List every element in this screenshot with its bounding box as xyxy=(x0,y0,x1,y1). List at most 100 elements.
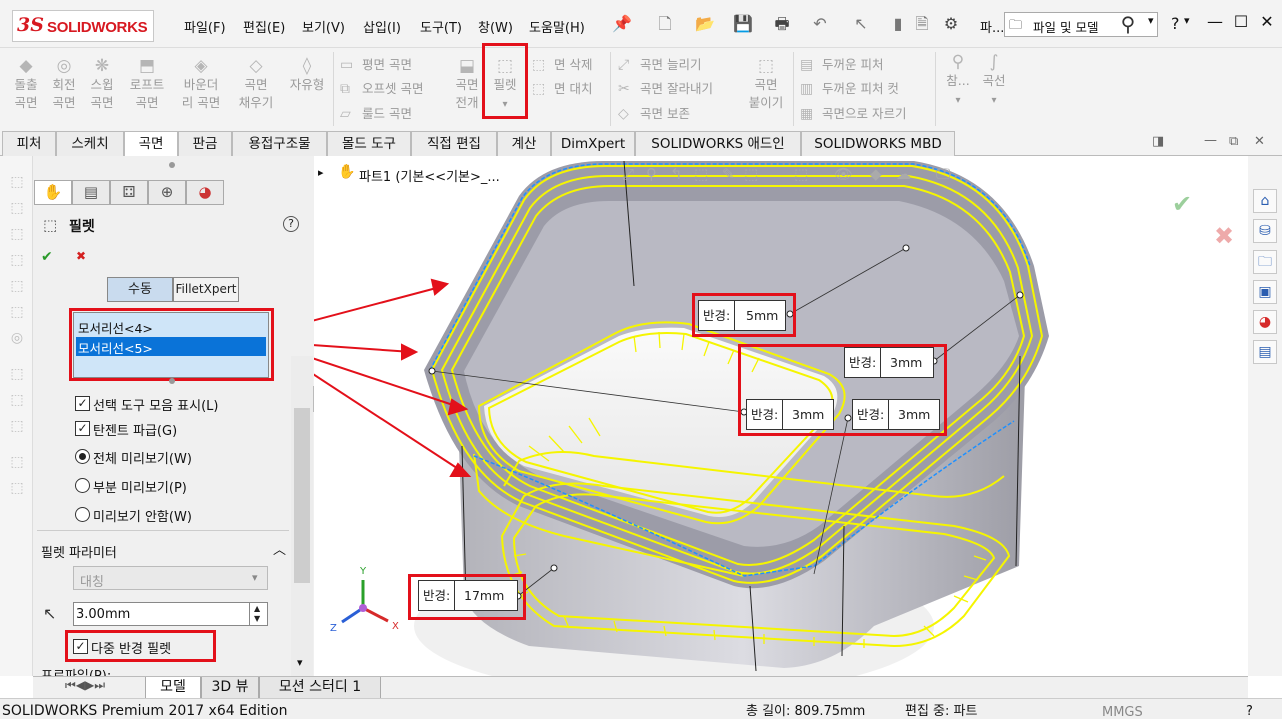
lofted-surface-button[interactable]: ⬒ 로프트 곡면 xyxy=(122,56,172,112)
maximize-icon[interactable]: ☐ xyxy=(1229,12,1253,31)
appearances-icon[interactable]: ◕ xyxy=(1253,310,1277,334)
reference-dropdown-icon[interactable]: ▾ xyxy=(955,95,960,106)
confirm-cancel-icon[interactable]: ✖ xyxy=(1214,222,1234,250)
no-preview-radio[interactable] xyxy=(75,507,90,522)
view-settings-icon[interactable]: 🖵 xyxy=(936,165,950,183)
tab-surfaces[interactable]: 곡면 xyxy=(124,131,178,157)
help-dropdown-icon[interactable]: ▾ xyxy=(1184,14,1190,27)
file-explorer-icon[interactable]: 🗀 xyxy=(1253,250,1277,274)
menu-tools[interactable]: 도구(T) xyxy=(420,17,462,36)
open-folder-icon[interactable]: 📂 xyxy=(695,14,715,34)
menu-file[interactable]: 파일(F) xyxy=(184,17,226,36)
radius-input[interactable]: 3.00mm ▲ ▼ xyxy=(73,602,268,626)
show-toolbar-checkbox[interactable]: ✓ xyxy=(75,396,90,411)
filled-surface-button[interactable]: ◇ 곡면 채우기 xyxy=(230,56,282,112)
strip-tool-icon[interactable]: ⬚ xyxy=(8,366,26,384)
hide-show-icon[interactable]: 👁 xyxy=(834,165,853,183)
partial-preview-radio[interactable] xyxy=(75,478,90,493)
panel-splitter[interactable] xyxy=(169,162,175,168)
scrollbar-thumb[interactable] xyxy=(294,408,310,583)
ruled-surface-button[interactable]: ▱ 룰드 곡면 xyxy=(340,103,412,122)
strip-tool-icon[interactable]: ⬚ xyxy=(8,480,26,498)
ok-check-icon[interactable]: ✔ xyxy=(41,249,53,265)
tab-mold-tools[interactable]: 몰드 도구 xyxy=(327,131,411,156)
thickened-cut-button[interactable]: ▥ 두꺼운 피처 컷 xyxy=(800,78,899,97)
design-library-icon[interactable]: ⛁ xyxy=(1253,219,1277,243)
tab-addins[interactable]: SOLIDWORKS 애드인 xyxy=(635,131,801,156)
extend-surface-button[interactable]: ⤢ 곡면 늘리기 xyxy=(618,54,701,73)
panel-restore-icon[interactable]: ◨ xyxy=(1152,134,1164,149)
reference-geometry-button[interactable]: ⚲ 참... ▾ xyxy=(942,52,974,110)
tab-sketch[interactable]: 스케치 xyxy=(56,131,124,156)
strip-tool-icon[interactable]: ⬚ xyxy=(8,454,26,472)
select-cursor-icon[interactable]: ↖ xyxy=(851,14,871,34)
graphics-viewport[interactable]: ▸ ✋ 파트1 (기본<<기본>_... ⤢ ⚲ ↰ ⬚ ✎ ⬚ ⬚ 👁 ◆ ☁… xyxy=(314,156,1248,676)
zoom-area-icon[interactable]: ⚲ xyxy=(646,165,657,183)
minimize-icon[interactable]: — xyxy=(1203,12,1227,31)
search-icon[interactable]: ⚲ xyxy=(1118,14,1138,34)
offset-surface-button[interactable]: ⧉ 오프셋 곡면 xyxy=(340,78,423,97)
panel-help-icon[interactable]: ? xyxy=(283,216,299,232)
swept-surface-button[interactable]: ❋ 스윕 곡면 xyxy=(84,56,120,112)
strip-tool-icon[interactable]: ⬚ xyxy=(8,392,26,410)
untrim-surface-button[interactable]: ◇ 곡면 보존 xyxy=(618,103,690,122)
new-document-icon[interactable]: 🗋 xyxy=(655,14,675,34)
freeform-button[interactable]: ◊ 자유형 xyxy=(284,56,330,94)
revolved-surface-button[interactable]: ◎ 회전 곡면 xyxy=(46,56,82,112)
rebuild-icon[interactable]: ▮ xyxy=(888,14,908,34)
strip-tool-icon[interactable]: ⬚ xyxy=(8,278,26,296)
delete-face-button[interactable]: ⬚ 면 삭제 xyxy=(532,54,592,73)
tab-sheet-metal[interactable]: 판금 xyxy=(178,131,232,156)
tab-weldments[interactable]: 용접구조물 xyxy=(232,131,327,156)
solidworks-logo[interactable]: 3S SOLIDWORKS xyxy=(12,10,154,42)
print-icon[interactable]: 🖶 xyxy=(772,14,792,34)
menu-view[interactable]: 보기(V) xyxy=(302,17,345,36)
options-gear-icon[interactable]: ⚙ xyxy=(941,14,961,34)
save-icon[interactable]: 💾 xyxy=(733,14,753,34)
strip-tool-icon[interactable]: ⬚ xyxy=(8,252,26,270)
tab-motion-study[interactable]: 모션 스터디 1 xyxy=(259,677,381,699)
view-orientation-icon[interactable]: ⬚ xyxy=(744,165,758,183)
strip-tool-icon[interactable]: ◎ xyxy=(8,330,26,348)
tab-3d-view[interactable]: 3D 뷰 xyxy=(201,677,259,699)
knit-surface-button[interactable]: ⬚ 곡면 붙이기 xyxy=(742,56,790,112)
curves-button[interactable]: ∫ 곡선 ▾ xyxy=(976,52,1012,110)
menu-window[interactable]: 창(W) xyxy=(478,17,513,36)
dynamic-annotation-icon[interactable]: ✎ xyxy=(722,165,735,183)
flyout-tree-label[interactable]: 파트1 (기본<<기본>_... xyxy=(359,166,500,185)
quick-more[interactable]: 파... xyxy=(980,17,1004,36)
apply-scene-icon[interactable]: ☁ xyxy=(896,165,911,183)
strip-tool-icon[interactable]: ⬚ xyxy=(8,200,26,218)
cancel-x-icon[interactable]: ✖ xyxy=(76,249,86,263)
list-resize-handle[interactable] xyxy=(169,378,175,384)
collapse-chevron-icon[interactable]: ︿ xyxy=(273,539,286,558)
menu-help[interactable]: 도움말(H) xyxy=(529,17,585,36)
tab-dimxpert[interactable]: DimXpert xyxy=(551,131,635,156)
display-style-icon[interactable]: ⬚ xyxy=(794,165,808,183)
pin-icon[interactable]: 📌 xyxy=(612,14,632,34)
strip-tool-icon[interactable]: ⬚ xyxy=(8,174,26,192)
full-preview-radio[interactable] xyxy=(75,449,90,464)
view-palette-icon[interactable]: ▣ xyxy=(1253,280,1277,304)
cut-with-surface-button[interactable]: ▦ 곡면으로 자르기 xyxy=(800,103,906,122)
unit-system-text[interactable]: MMGS xyxy=(1102,702,1143,723)
tab-direct-editing[interactable]: 직접 편집 xyxy=(411,131,497,156)
tab-dimxpert-manager[interactable]: ⊕ xyxy=(148,180,186,205)
section-view-icon[interactable]: ⬚ xyxy=(694,165,708,183)
tab-minimize-icon[interactable]: — xyxy=(1204,133,1217,148)
strip-tool-icon[interactable]: ⬚ xyxy=(8,226,26,244)
search-dropdown-icon[interactable]: ▾ xyxy=(1148,14,1154,27)
manual-mode-button[interactable]: 수동 xyxy=(107,277,173,302)
custom-properties-icon[interactable]: ▤ xyxy=(1253,340,1277,364)
panel-scrollbar[interactable]: ▾ xyxy=(291,356,313,676)
tab-configuration-manager[interactable]: ⚃ xyxy=(110,180,148,205)
tab-property-manager[interactable]: ▤ xyxy=(72,180,110,205)
fillet-parameters-header[interactable]: 필렛 파라미터 xyxy=(41,542,117,561)
confirm-ok-icon[interactable]: ✔ xyxy=(1172,190,1192,218)
strip-tool-icon[interactable]: ⬚ xyxy=(8,418,26,436)
menu-edit[interactable]: 편집(E) xyxy=(243,17,285,36)
extruded-surface-button[interactable]: ◆ 돌출 곡면 xyxy=(8,56,44,112)
file-properties-icon[interactable]: 🗎 xyxy=(912,14,932,34)
strip-tool-icon[interactable]: ⬚ xyxy=(8,304,26,322)
symmetric-select[interactable]: 대칭 ▾ xyxy=(73,566,268,590)
